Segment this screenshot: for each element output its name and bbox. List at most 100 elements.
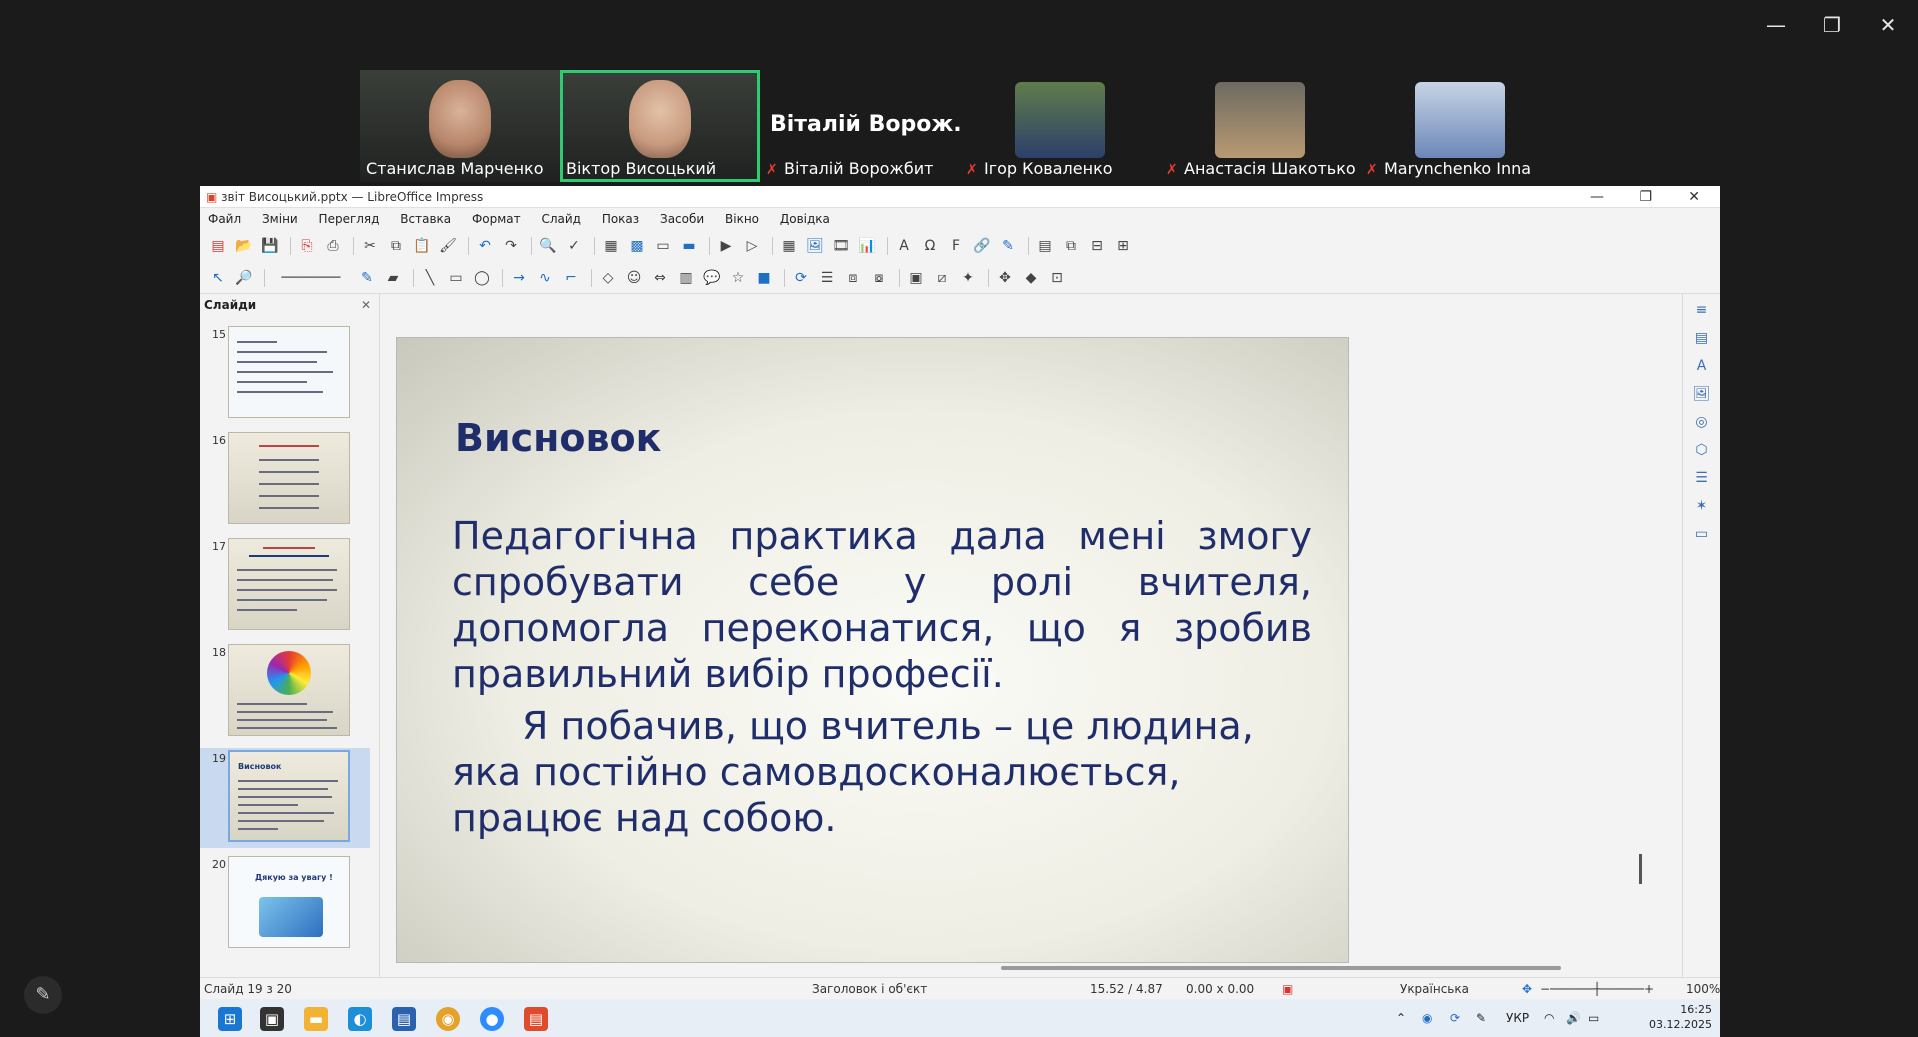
properties-icon[interactable]: ▤ (1692, 328, 1712, 348)
input-language[interactable]: УКР (1506, 1011, 1529, 1025)
slide-transition-icon[interactable]: ⊞ (1113, 236, 1133, 256)
lo-close-button[interactable]: ✕ (1688, 186, 1700, 208)
participant-tile[interactable]: ✗ Ігор Коваленко (960, 70, 1160, 182)
media-icon[interactable]: 🎞 (831, 236, 851, 256)
wifi-icon[interactable]: ◠ (1544, 1011, 1554, 1025)
vertical-scrollbar[interactable] (1639, 854, 1642, 884)
draw-functions-icon[interactable]: ✎ (998, 236, 1018, 256)
menu-file[interactable]: Файл (208, 212, 241, 226)
restore-button[interactable]: ❐ (1812, 10, 1852, 40)
clone-format-icon[interactable]: 🖌 (438, 236, 458, 256)
menu-slide[interactable]: Слайд (541, 212, 581, 226)
stars-icon[interactable]: ☆ (728, 268, 748, 288)
edge-icon[interactable]: ◐ (348, 1007, 372, 1031)
navigator-icon[interactable]: ◎ (1692, 412, 1712, 432)
3d-objects-icon[interactable]: ■ (754, 268, 774, 288)
line-color-icon[interactable]: ✎ (357, 268, 377, 288)
export-pdf-icon[interactable]: ⎘ (297, 236, 317, 256)
line-style-select[interactable]: ─────── (271, 268, 351, 288)
find-replace-icon[interactable]: 🔍 (538, 236, 558, 256)
flowchart-icon[interactable]: ▥ (676, 268, 696, 288)
slide-thumbnail[interactable]: 20 Дякую за увагу ! (200, 854, 370, 954)
slide-thumbnail[interactable]: 15 (200, 324, 370, 424)
points-icon[interactable]: ✥ (995, 268, 1015, 288)
menu-tools[interactable]: Засоби (660, 212, 704, 226)
slide-layout-icon[interactable]: ▤ (1035, 236, 1055, 256)
arrow-line-icon[interactable]: → (509, 268, 529, 288)
store-icon[interactable]: ▤ (392, 1007, 416, 1031)
pencil-icon[interactable]: ✎ (24, 976, 62, 1014)
undo-icon[interactable]: ↶ (475, 236, 495, 256)
redo-icon[interactable]: ↷ (501, 236, 521, 256)
menu-help[interactable]: Довідка (780, 212, 830, 226)
start-show-icon[interactable]: ▶ (716, 236, 736, 256)
gallery-icon[interactable]: 🖼 (1692, 384, 1712, 404)
slide-thumbnail-selected[interactable]: 19 Висновок (200, 748, 370, 848)
textbox-icon[interactable]: A (894, 236, 914, 256)
ellipse-icon[interactable]: ◯ (472, 268, 492, 288)
copy-icon[interactable]: ⧉ (386, 236, 406, 256)
chart-icon[interactable]: 📊 (857, 236, 877, 256)
duplicate-slide-icon[interactable]: ⧉ (1061, 236, 1081, 256)
open-icon[interactable]: 📂 (234, 236, 254, 256)
start-icon[interactable]: ⊞ (218, 1007, 242, 1031)
language-status[interactable]: Українська (1400, 978, 1469, 1000)
master-slide-icon[interactable]: ▬ (679, 236, 699, 256)
arrange-icon[interactable]: ⧈ (843, 268, 863, 288)
current-slide[interactable]: Висновок Педагогічна практика дала мені … (396, 337, 1349, 963)
slide-thumbnail[interactable]: 16 (200, 430, 370, 530)
file-explorer-icon[interactable]: ▬ (304, 1007, 328, 1031)
menu-insert[interactable]: Вставка (400, 212, 451, 226)
slide-body[interactable]: Педагогічна практика дала мені змогу спр… (452, 513, 1312, 841)
symbol-shapes-icon[interactable]: ☺ (624, 268, 644, 288)
tray-app-icon[interactable]: ◉ (1422, 1011, 1432, 1025)
battery-icon[interactable]: ▭ (1588, 1011, 1599, 1025)
grid-icon[interactable]: ▦ (601, 236, 621, 256)
zoom-pan-icon[interactable]: 🔎 (234, 268, 254, 288)
connector-icon[interactable]: ⌐ (561, 268, 581, 288)
fit-slide-icon[interactable]: ✥ (1522, 978, 1532, 1000)
shadow-icon[interactable]: ▣ (906, 268, 926, 288)
select-icon[interactable]: ↖ (208, 268, 228, 288)
volume-icon[interactable]: 🔊 (1566, 1011, 1581, 1025)
basic-shapes-icon[interactable]: ◇ (598, 268, 618, 288)
filter-icon[interactable]: ✦ (958, 268, 978, 288)
participant-tile[interactable]: Віталій Ворож... ✗ Віталій Ворожбит (760, 70, 960, 182)
start-current-icon[interactable]: ▷ (742, 236, 762, 256)
print-icon[interactable]: ⎙ (323, 236, 343, 256)
menu-edit[interactable]: Зміни (262, 212, 298, 226)
line-icon[interactable]: ╲ (420, 268, 440, 288)
slide-thumbnail[interactable]: 17 (200, 536, 370, 636)
slide-canvas[interactable]: Висновок Педагогічна практика дала мені … (381, 294, 1663, 977)
close-button[interactable]: ✕ (1868, 10, 1908, 40)
block-arrows-icon[interactable]: ⇔ (650, 268, 670, 288)
special-char-icon[interactable]: Ω (920, 236, 940, 256)
participant-tile[interactable]: ✗ Анастасія Шакотько (1160, 70, 1360, 182)
crop-icon[interactable]: ⧄ (932, 268, 952, 288)
menu-view[interactable]: Перегляд (319, 212, 380, 226)
horizontal-scrollbar[interactable] (1001, 966, 1561, 970)
tray-expand-icon[interactable]: ⌃ (1396, 1011, 1406, 1025)
close-pane-icon[interactable]: ✕ (361, 294, 371, 316)
styles-icon[interactable]: A (1692, 356, 1712, 376)
save-icon[interactable]: 💾 (260, 236, 280, 256)
slide-thumbnail[interactable]: 18 (200, 642, 370, 742)
table-icon[interactable]: ▦ (779, 236, 799, 256)
menu-icon[interactable]: ≡ (1692, 300, 1712, 320)
glue-icon[interactable]: ◆ (1021, 268, 1041, 288)
cut-icon[interactable]: ✂ (360, 236, 380, 256)
participant-tile-active[interactable]: Віктор Висоцький (560, 70, 760, 182)
paste-icon[interactable]: 📋 (412, 236, 432, 256)
sync-icon[interactable]: ⟳ (1450, 1011, 1460, 1025)
delete-slide-icon[interactable]: ⊟ (1087, 236, 1107, 256)
callouts-icon[interactable]: 💬 (702, 268, 722, 288)
rotate-icon[interactable]: ⟳ (791, 268, 811, 288)
zoom-percent[interactable]: 100% (1686, 978, 1720, 1000)
spelling-icon[interactable]: ✓ (564, 236, 584, 256)
new-icon[interactable]: ▤ (208, 236, 228, 256)
hyperlink-icon[interactable]: 🔗 (972, 236, 992, 256)
menu-format[interactable]: Формат (472, 212, 521, 226)
toggle-extrusion-icon[interactable]: ⊡ (1047, 268, 1067, 288)
animation-icon[interactable]: ✶ (1692, 496, 1712, 516)
image-icon[interactable]: 🖼 (805, 236, 825, 256)
